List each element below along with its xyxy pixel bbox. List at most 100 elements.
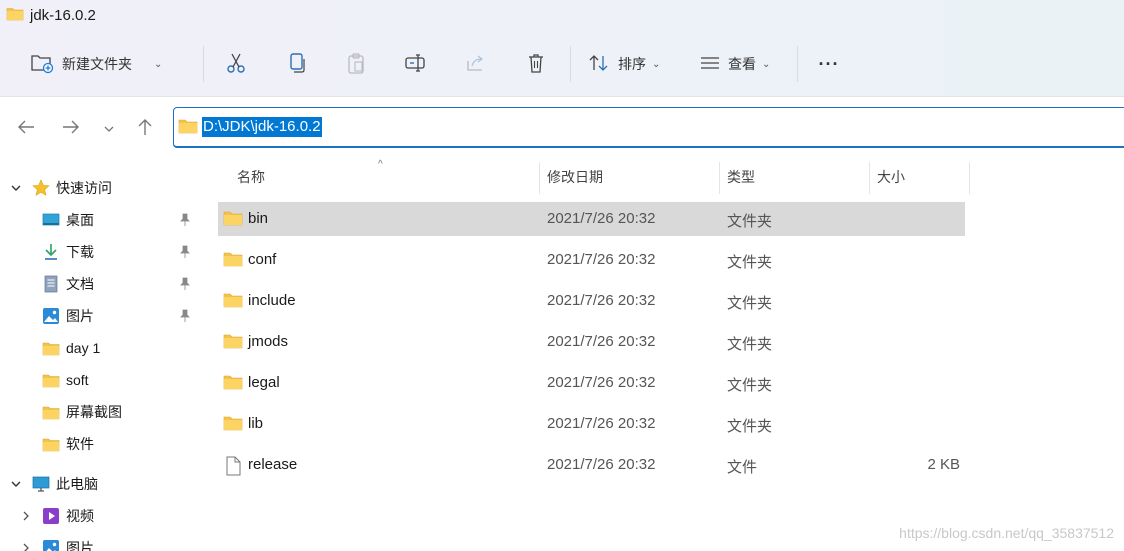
file-row[interactable]: conf 2021/7/26 20:32 文件夹 bbox=[218, 243, 965, 277]
sidebar-item-label: 屏幕截图 bbox=[66, 404, 122, 420]
paste-button[interactable] bbox=[344, 48, 368, 80]
address-path[interactable]: D:\JDK\jdk-16.0.2 bbox=[202, 117, 322, 137]
folder-icon bbox=[42, 371, 60, 389]
sidebar-item-desktop[interactable]: 桌面 bbox=[0, 204, 200, 236]
arrow-right-icon bbox=[62, 119, 80, 138]
folder-icon bbox=[42, 403, 60, 421]
file-row[interactable]: legal 2021/7/26 20:32 文件夹 bbox=[218, 366, 965, 400]
column-separator[interactable] bbox=[539, 162, 540, 194]
file-name: bin bbox=[248, 210, 269, 227]
new-folder-button[interactable]: 新建文件夹 ⌄ bbox=[30, 48, 162, 80]
pin-icon[interactable] bbox=[178, 213, 192, 227]
chevron-down-icon[interactable] bbox=[10, 182, 22, 194]
column-separator[interactable] bbox=[719, 162, 720, 194]
sidebar-item-this-pc[interactable]: 此电脑 bbox=[0, 468, 200, 500]
command-bar: 新建文件夹 ⌄ 排序 ⌄ 查看 ⌄ ··· bbox=[0, 36, 1124, 92]
back-button[interactable] bbox=[15, 117, 37, 139]
rename-button[interactable] bbox=[404, 48, 428, 80]
chevron-down-icon: ⌄ bbox=[762, 58, 771, 70]
chevron-right-icon[interactable] bbox=[20, 510, 32, 522]
sidebar-item-pictures-pc[interactable]: 图片 bbox=[0, 532, 200, 551]
chevron-down-icon[interactable] bbox=[10, 478, 22, 490]
column-header-type[interactable]: 类型 bbox=[727, 160, 755, 194]
column-header-size[interactable]: 大小 bbox=[877, 160, 905, 194]
copy-icon bbox=[288, 52, 306, 77]
delete-button[interactable] bbox=[524, 48, 548, 80]
address-bar[interactable]: D:\JDK\jdk-16.0.2 bbox=[173, 107, 1124, 148]
column-separator[interactable] bbox=[869, 162, 870, 194]
chevron-down-icon: ⌄ bbox=[652, 58, 661, 70]
window-title: jdk-16.0.2 bbox=[30, 6, 96, 24]
file-type: 文件夹 bbox=[727, 295, 773, 312]
sidebar-item-label: 图片 bbox=[66, 540, 94, 551]
file-row[interactable]: release 2021/7/26 20:32 文件 2 KB bbox=[218, 448, 965, 482]
sidebar-item-quick-access[interactable]: 快速访问 bbox=[0, 172, 200, 204]
file-date: 2021/7/26 20:32 bbox=[547, 210, 656, 227]
desktop-icon bbox=[42, 211, 60, 229]
file-row[interactable]: lib 2021/7/26 20:32 文件夹 bbox=[218, 407, 965, 441]
arrow-up-icon bbox=[137, 118, 153, 139]
file-type: 文件 bbox=[727, 459, 758, 476]
file-list: ^ 名称 修改日期 类型 大小 bin 2021/7/26 20:32 文件夹 … bbox=[218, 159, 1124, 551]
more-options-button[interactable]: ··· bbox=[815, 48, 843, 80]
file-date: 2021/7/26 20:32 bbox=[547, 333, 656, 350]
file-date: 2021/7/26 20:32 bbox=[547, 415, 656, 432]
pin-icon[interactable] bbox=[178, 277, 192, 291]
sort-ascending-icon: ^ bbox=[378, 159, 383, 170]
new-folder-icon bbox=[30, 52, 54, 77]
sidebar-item-day1[interactable]: day 1 bbox=[0, 332, 200, 364]
forward-button[interactable] bbox=[60, 117, 82, 139]
sidebar-item-label: day 1 bbox=[66, 340, 101, 356]
file-name: jmods bbox=[248, 333, 289, 350]
file-row[interactable]: bin 2021/7/26 20:32 文件夹 bbox=[218, 202, 965, 236]
file-date: 2021/7/26 20:32 bbox=[547, 374, 656, 391]
folder-icon bbox=[178, 118, 198, 137]
sidebar-item-pictures[interactable]: 图片 bbox=[0, 300, 200, 332]
sidebar-item-videos[interactable]: 视频 bbox=[0, 500, 200, 532]
pictures-icon bbox=[42, 539, 60, 551]
view-label: 查看 bbox=[728, 56, 756, 72]
file-name: conf bbox=[248, 251, 277, 268]
folder-icon bbox=[223, 210, 243, 228]
folder-icon bbox=[223, 251, 243, 269]
recent-locations-button[interactable] bbox=[98, 117, 120, 139]
pin-icon[interactable] bbox=[178, 309, 192, 323]
sidebar-item-screenshots[interactable]: 屏幕截图 bbox=[0, 396, 200, 428]
up-button[interactable] bbox=[134, 117, 156, 139]
file-date: 2021/7/26 20:32 bbox=[547, 292, 656, 309]
new-folder-label: 新建文件夹 bbox=[62, 56, 132, 72]
share-button[interactable] bbox=[464, 48, 488, 80]
chevron-down-icon[interactable]: ⌄ bbox=[154, 59, 162, 70]
view-button[interactable]: 查看 ⌄ bbox=[700, 48, 770, 80]
pin-icon[interactable] bbox=[178, 245, 192, 259]
file-type: 文件夹 bbox=[727, 377, 773, 394]
file-date: 2021/7/26 20:32 bbox=[547, 251, 656, 268]
folder-icon bbox=[42, 339, 60, 357]
sidebar-item-soft[interactable]: soft bbox=[0, 364, 200, 396]
sidebar-item-software[interactable]: 软件 bbox=[0, 428, 200, 460]
file-date: 2021/7/26 20:32 bbox=[547, 456, 656, 473]
sort-button[interactable]: 排序 ⌄ bbox=[588, 48, 660, 80]
sidebar-item-documents[interactable]: 文档 bbox=[0, 268, 200, 300]
navigation-pane: 快速访问 桌面 下载 文档 图片 day 1 soft 屏幕截图 软件 此电脑 bbox=[0, 170, 200, 551]
file-row[interactable]: jmods 2021/7/26 20:32 文件夹 bbox=[218, 325, 965, 359]
document-icon bbox=[42, 275, 60, 293]
cut-button[interactable] bbox=[224, 48, 248, 80]
chevron-right-icon[interactable] bbox=[20, 542, 32, 551]
file-icon bbox=[223, 456, 243, 476]
toolbar-separator bbox=[203, 46, 204, 82]
trash-icon bbox=[526, 52, 546, 77]
view-list-icon bbox=[700, 55, 720, 74]
title-bar: jdk-16.0.2 bbox=[0, 0, 96, 30]
column-header-name[interactable]: 名称 bbox=[237, 160, 265, 194]
sidebar-item-downloads[interactable]: 下载 bbox=[0, 236, 200, 268]
video-icon bbox=[42, 507, 60, 525]
file-size: 2 KB bbox=[927, 456, 960, 473]
watermark: https://blog.csdn.net/qq_35837512 bbox=[899, 525, 1114, 541]
star-icon bbox=[32, 179, 50, 197]
column-separator[interactable] bbox=[969, 162, 970, 194]
sidebar-item-label: 桌面 bbox=[66, 212, 94, 228]
file-row[interactable]: include 2021/7/26 20:32 文件夹 bbox=[218, 284, 965, 318]
column-header-modified[interactable]: 修改日期 bbox=[547, 160, 603, 194]
copy-button[interactable] bbox=[285, 48, 309, 80]
